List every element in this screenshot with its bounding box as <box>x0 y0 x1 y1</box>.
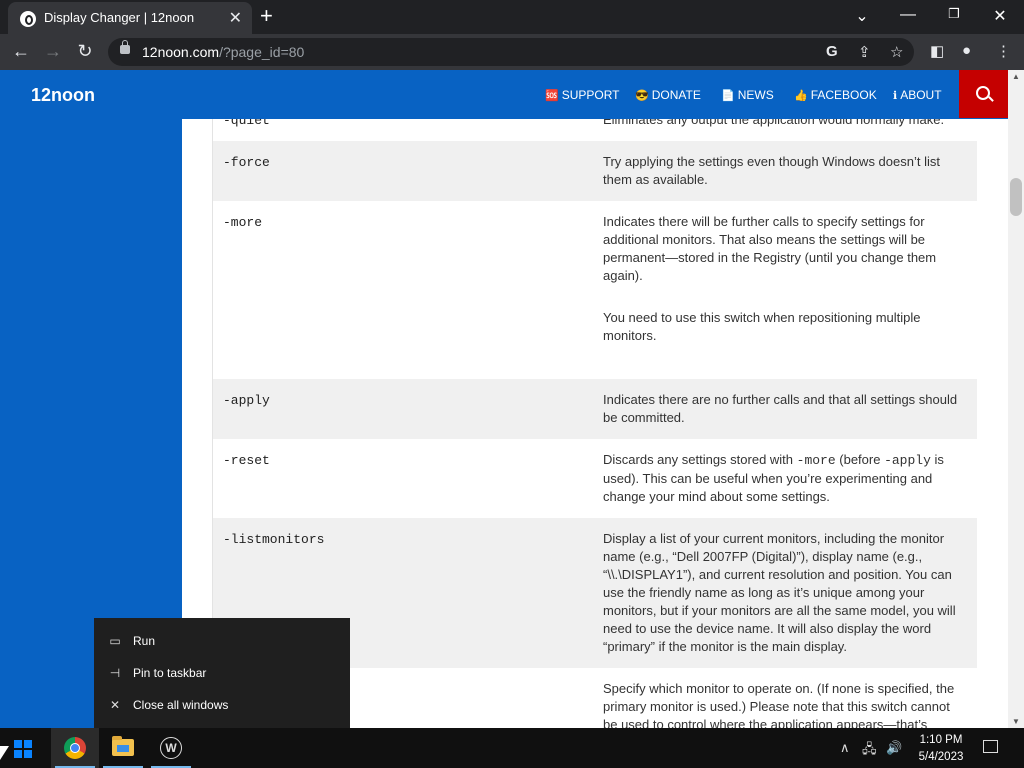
tab-strip: Display Changer | 12noon ✕ + ⌄ — ❐ ✕ <box>0 0 1024 34</box>
option-description: Try applying the settings even though Wi… <box>603 154 940 187</box>
taskbar-file-explorer[interactable] <box>99 728 147 768</box>
nav-news[interactable]: 📄 NEWS <box>721 88 774 102</box>
table-row: -quiet Eliminates any output the applica… <box>212 119 977 141</box>
side-panel-icon[interactable]: ◧ <box>930 42 944 60</box>
taskbar-app-w[interactable]: W <box>147 728 195 768</box>
system-clock[interactable]: 1:10 PM 5/4/2023 <box>912 732 970 766</box>
jumplist-run[interactable]: ▭ Run <box>106 634 155 654</box>
jumplist-close-all-windows[interactable]: ✕ Close all windows <box>106 698 228 718</box>
table-row: -apply Indicates there are no further ca… <box>212 379 977 439</box>
nav-facebook[interactable]: 👍 FACEBOOK <box>794 88 877 102</box>
restore-button[interactable]: ❐ <box>944 6 964 22</box>
volume-icon[interactable]: 🔊 <box>886 740 902 756</box>
network-icon[interactable]: 🖧 <box>862 740 877 762</box>
pin-icon: ⊣ <box>109 666 121 680</box>
profile-icon[interactable]: ● <box>962 42 971 59</box>
close-icon: ✕ <box>109 698 121 712</box>
table-row: -more Indicates there will be further ca… <box>212 201 977 379</box>
site-header: 12noon 🆘 SUPPORT 😎 DONATE 📄 NEWS 👍 FACEBOOK … <box>0 70 1008 120</box>
google-lens-icon[interactable]: G <box>826 43 838 60</box>
scroll-down-arrow-icon[interactable]: ▼ <box>1012 717 1020 726</box>
tab-search-icon[interactable]: ⌄ <box>852 6 872 26</box>
address-bar[interactable]: 12noon.com/?page_id=80 G ⇪ ☆ <box>108 38 914 66</box>
menu-icon[interactable]: ⋮ <box>996 42 1011 60</box>
option-description: Indicates there will be further calls to… <box>603 214 937 343</box>
folder-icon <box>112 736 134 756</box>
option-description: Display a list of your current monitors,… <box>603 531 956 654</box>
windows-start-button[interactable] <box>14 740 32 758</box>
notifications-icon[interactable] <box>983 740 998 753</box>
url-text[interactable]: 12noon.com/?page_id=80 <box>142 44 304 60</box>
jumplist-pin-to-taskbar[interactable]: ⊣ Pin to taskbar <box>106 666 207 686</box>
share-icon[interactable]: ⇪ <box>858 43 871 61</box>
option-name: -reset <box>223 453 270 468</box>
option-description: Specify which monitor to operate on. (If… <box>603 681 955 728</box>
taskbar-jump-list: ▭ Run ⊣ Pin to taskbar ✕ Close all windows <box>94 618 350 728</box>
option-name: -force <box>223 155 270 170</box>
mouse-cursor-icon <box>0 746 9 760</box>
option-description: Discards any settings stored with -more … <box>603 452 944 504</box>
table-row: -force Try applying the settings even th… <box>212 141 977 201</box>
minimize-button[interactable]: — <box>898 6 918 24</box>
app-w-icon: W <box>160 737 182 759</box>
run-icon: ▭ <box>109 634 121 648</box>
lock-icon[interactable] <box>120 40 130 54</box>
browser-tab[interactable]: Display Changer | 12noon ✕ <box>8 2 252 34</box>
chrome-icon <box>64 737 86 759</box>
option-name: -quiet <box>223 119 270 128</box>
nav-donate[interactable]: 😎 DONATE <box>635 88 701 102</box>
page-scrollbar[interactable]: ▲ ▼ <box>1008 70 1024 728</box>
browser-toolbar: ← → ↻ 12noon.com/?page_id=80 G ⇪ ☆ ◧ ● ⋮ <box>0 34 1024 70</box>
site-favicon-icon <box>20 11 36 27</box>
option-name: -listmonitors <box>223 532 325 547</box>
option-description: Indicates there are no further calls and… <box>603 392 958 425</box>
table-row: -reset Discards any settings stored with… <box>212 439 977 518</box>
option-description: Eliminates any output the application wo… <box>603 119 945 127</box>
nav-about[interactable]: ℹ ABOUT <box>893 88 942 102</box>
close-tab-icon[interactable]: ✕ <box>229 8 242 28</box>
taskbar-chrome[interactable] <box>51 728 99 768</box>
nav-support[interactable]: 🆘 SUPPORT <box>545 88 620 102</box>
back-button[interactable]: ← <box>10 41 32 62</box>
show-hidden-icons-chevron-icon[interactable]: ∧ <box>840 740 850 756</box>
reload-button[interactable]: ↻ <box>74 41 96 62</box>
option-name: -apply <box>223 393 270 408</box>
tab-title: Display Changer | 12noon <box>44 10 195 25</box>
taskbar: W ∧ 🖧 🔊 1:10 PM 5/4/2023 <box>0 728 1024 768</box>
forward-button[interactable]: → <box>42 41 64 62</box>
option-name: -more <box>223 215 263 230</box>
bookmark-star-icon[interactable]: ☆ <box>890 43 903 61</box>
scroll-thumb[interactable] <box>1010 178 1022 216</box>
new-tab-button[interactable]: + <box>260 4 273 28</box>
close-window-button[interactable]: ✕ <box>990 6 1010 26</box>
site-search-button[interactable] <box>959 70 1008 118</box>
scroll-up-arrow-icon[interactable]: ▲ <box>1012 72 1020 81</box>
site-logo[interactable]: 12noon <box>31 85 95 106</box>
